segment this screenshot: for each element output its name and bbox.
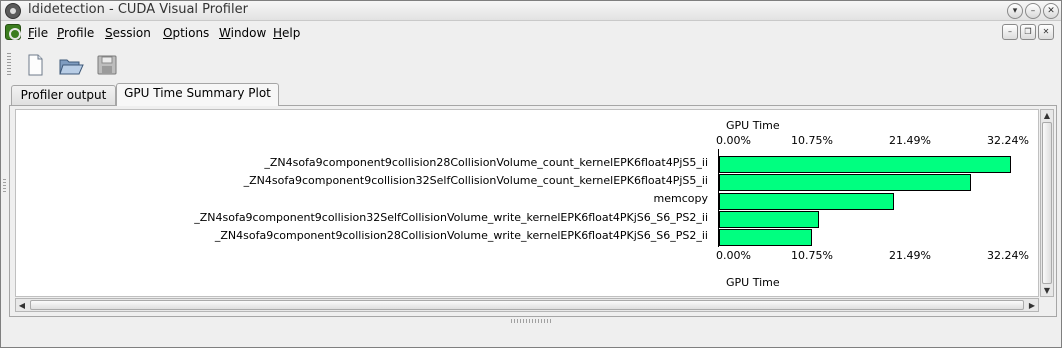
mdi-restore-button[interactable]: ❐ (1020, 24, 1036, 40)
tab-content-panel: GPU Time 0.00% 10.75% 21.49% 32.24% _ZN4… (9, 105, 1057, 317)
scroll-down-arrow-icon[interactable]: ▼ (1041, 285, 1053, 296)
category-label: _ZN4sofa9component9collision32SelfCollis… (194, 211, 708, 224)
menu-options[interactable]: Options (163, 26, 209, 40)
bottom-tick-label: 21.49% (889, 249, 931, 262)
shade-button[interactable]: ▾ (1007, 3, 1023, 19)
bar-1 (719, 174, 971, 191)
bar-4 (719, 229, 812, 246)
dock-splitter-bottom[interactable] (511, 319, 551, 323)
top-tick-label: 21.49% (889, 134, 931, 147)
chart-title-bottom: GPU Time (726, 276, 780, 289)
menu-file[interactable]: File (28, 26, 48, 40)
bar-3 (719, 211, 819, 228)
menu-help[interactable]: Help (273, 26, 300, 40)
category-label: _ZN4sofa9component9collision32SelfCollis… (243, 174, 708, 187)
vertical-scrollbar[interactable]: ▲ ▼ (1040, 109, 1054, 297)
vertical-scroll-thumb[interactable] (1042, 122, 1052, 284)
scroll-up-arrow-icon[interactable]: ▲ (1041, 110, 1053, 121)
scroll-left-arrow-icon[interactable]: ◀ (16, 300, 28, 311)
toolbar-grip[interactable] (7, 53, 11, 77)
gpu-time-chart: GPU Time 0.00% 10.75% 21.49% 32.24% _ZN4… (15, 109, 1039, 297)
mdi-close-button[interactable]: ✕ (1038, 24, 1054, 40)
chart-title-top: GPU Time (726, 119, 780, 132)
app-icon[interactable] (5, 3, 21, 19)
tab-profiler-output[interactable]: Profiler output (11, 85, 116, 105)
mdi-minimize-button[interactable]: – (1002, 24, 1018, 40)
category-label: memcopy (653, 192, 708, 205)
tab-gpu-time-summary-plot[interactable]: GPU Time Summary Plot (116, 83, 279, 106)
dock-splitter-left[interactable] (3, 179, 6, 193)
category-label: _ZN4sofa9component9collision28CollisionV… (214, 229, 708, 242)
toolbar (1, 45, 1061, 83)
category-label: _ZN4sofa9component9collision28CollisionV… (264, 156, 708, 169)
open-folder-icon[interactable] (57, 51, 85, 79)
bottom-tick-label: 0.00% (716, 249, 751, 262)
top-tick-label: 10.75% (791, 134, 833, 147)
horizontal-scrollbar[interactable]: ◀ ▶ (15, 298, 1039, 312)
bottom-tick-label: 32.24% (987, 249, 1029, 262)
menu-window[interactable]: Window (219, 26, 266, 40)
bar-0 (719, 156, 1011, 173)
save-disk-icon[interactable] (93, 51, 121, 79)
title-bar: ldidetection - CUDA Visual Profiler ▾ – … (1, 1, 1061, 21)
close-button[interactable]: ✕ (1043, 3, 1059, 19)
menu-profile[interactable]: Profile (57, 26, 94, 40)
new-file-icon[interactable] (21, 51, 49, 79)
menu-bar: File Profile Session Options Window Help… (1, 22, 1061, 44)
scroll-right-arrow-icon[interactable]: ▶ (1026, 300, 1038, 311)
bar-2 (719, 193, 894, 210)
app-logo-icon (5, 24, 21, 40)
minimize-button[interactable]: – (1025, 3, 1041, 19)
horizontal-scroll-thumb[interactable] (30, 300, 1024, 310)
menu-session[interactable]: Session (105, 26, 151, 40)
top-tick-label: 0.00% (716, 134, 751, 147)
window-title: ldidetection - CUDA Visual Profiler (28, 2, 248, 17)
bottom-tick-label: 10.75% (791, 249, 833, 262)
top-tick-label: 32.24% (987, 134, 1029, 147)
app-window: ldidetection - CUDA Visual Profiler ▾ – … (0, 0, 1062, 348)
